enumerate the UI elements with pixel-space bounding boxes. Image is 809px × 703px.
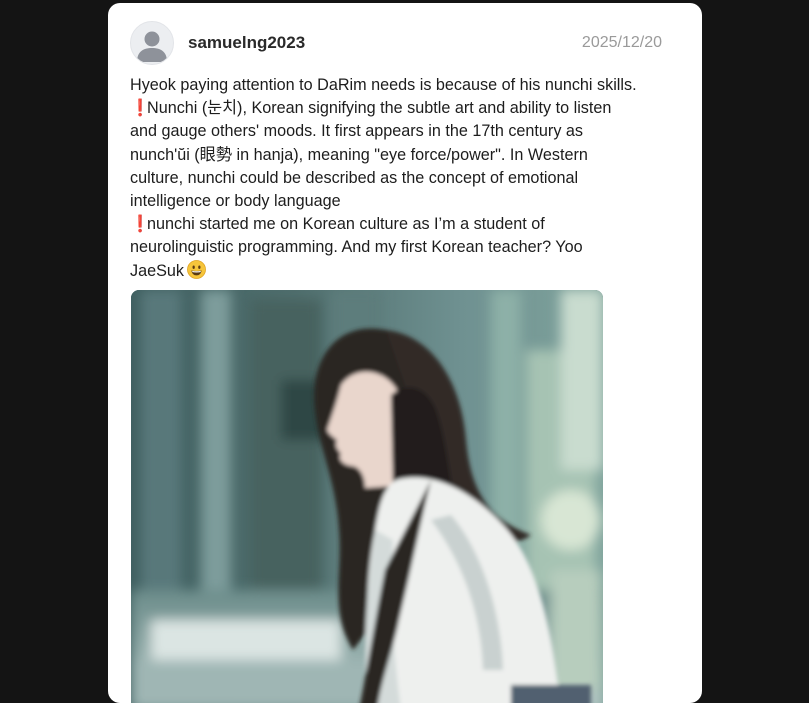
post-header: samuelng2023 2025/12/20: [130, 21, 662, 65]
post-body: Hyeok paying attention to DaRim needs is…: [130, 74, 675, 283]
post-username[interactable]: samuelng2023: [188, 33, 582, 53]
post-line: culture, nunchi could be described as th…: [130, 168, 579, 187]
grinning-face-emoji-icon: [187, 259, 206, 279]
page-background: samuelng2023 2025/12/20 Hyeok paying att…: [0, 0, 809, 703]
post-line: ❗Nunchi (눈치), Korean signifying the subt…: [130, 97, 675, 120]
post-line: intelligence or body language: [130, 192, 341, 211]
post-card: samuelng2023 2025/12/20 Hyeok paying att…: [108, 3, 702, 703]
post-line: and gauge others' moods. It first appear…: [130, 122, 584, 141]
post-line: neurolinguistic programming. And my firs…: [130, 238, 583, 257]
post-line: JaeSuk: [130, 259, 675, 283]
post-date: 2025/12/20: [581, 34, 662, 51]
exclamation-icon: ❗: [130, 99, 151, 118]
exclamation-icon: ❗: [130, 215, 151, 234]
post-line: ❗nunchi started me on Korean culture as …: [130, 213, 675, 236]
post-line: nunch'ŭi (眼勢 in hanja), meaning "eye for…: [130, 145, 588, 164]
post-line: Hyeok paying attention to DaRim needs is…: [130, 76, 637, 94]
post-image[interactable]: [131, 290, 603, 703]
user-avatar-icon[interactable]: [130, 21, 174, 65]
